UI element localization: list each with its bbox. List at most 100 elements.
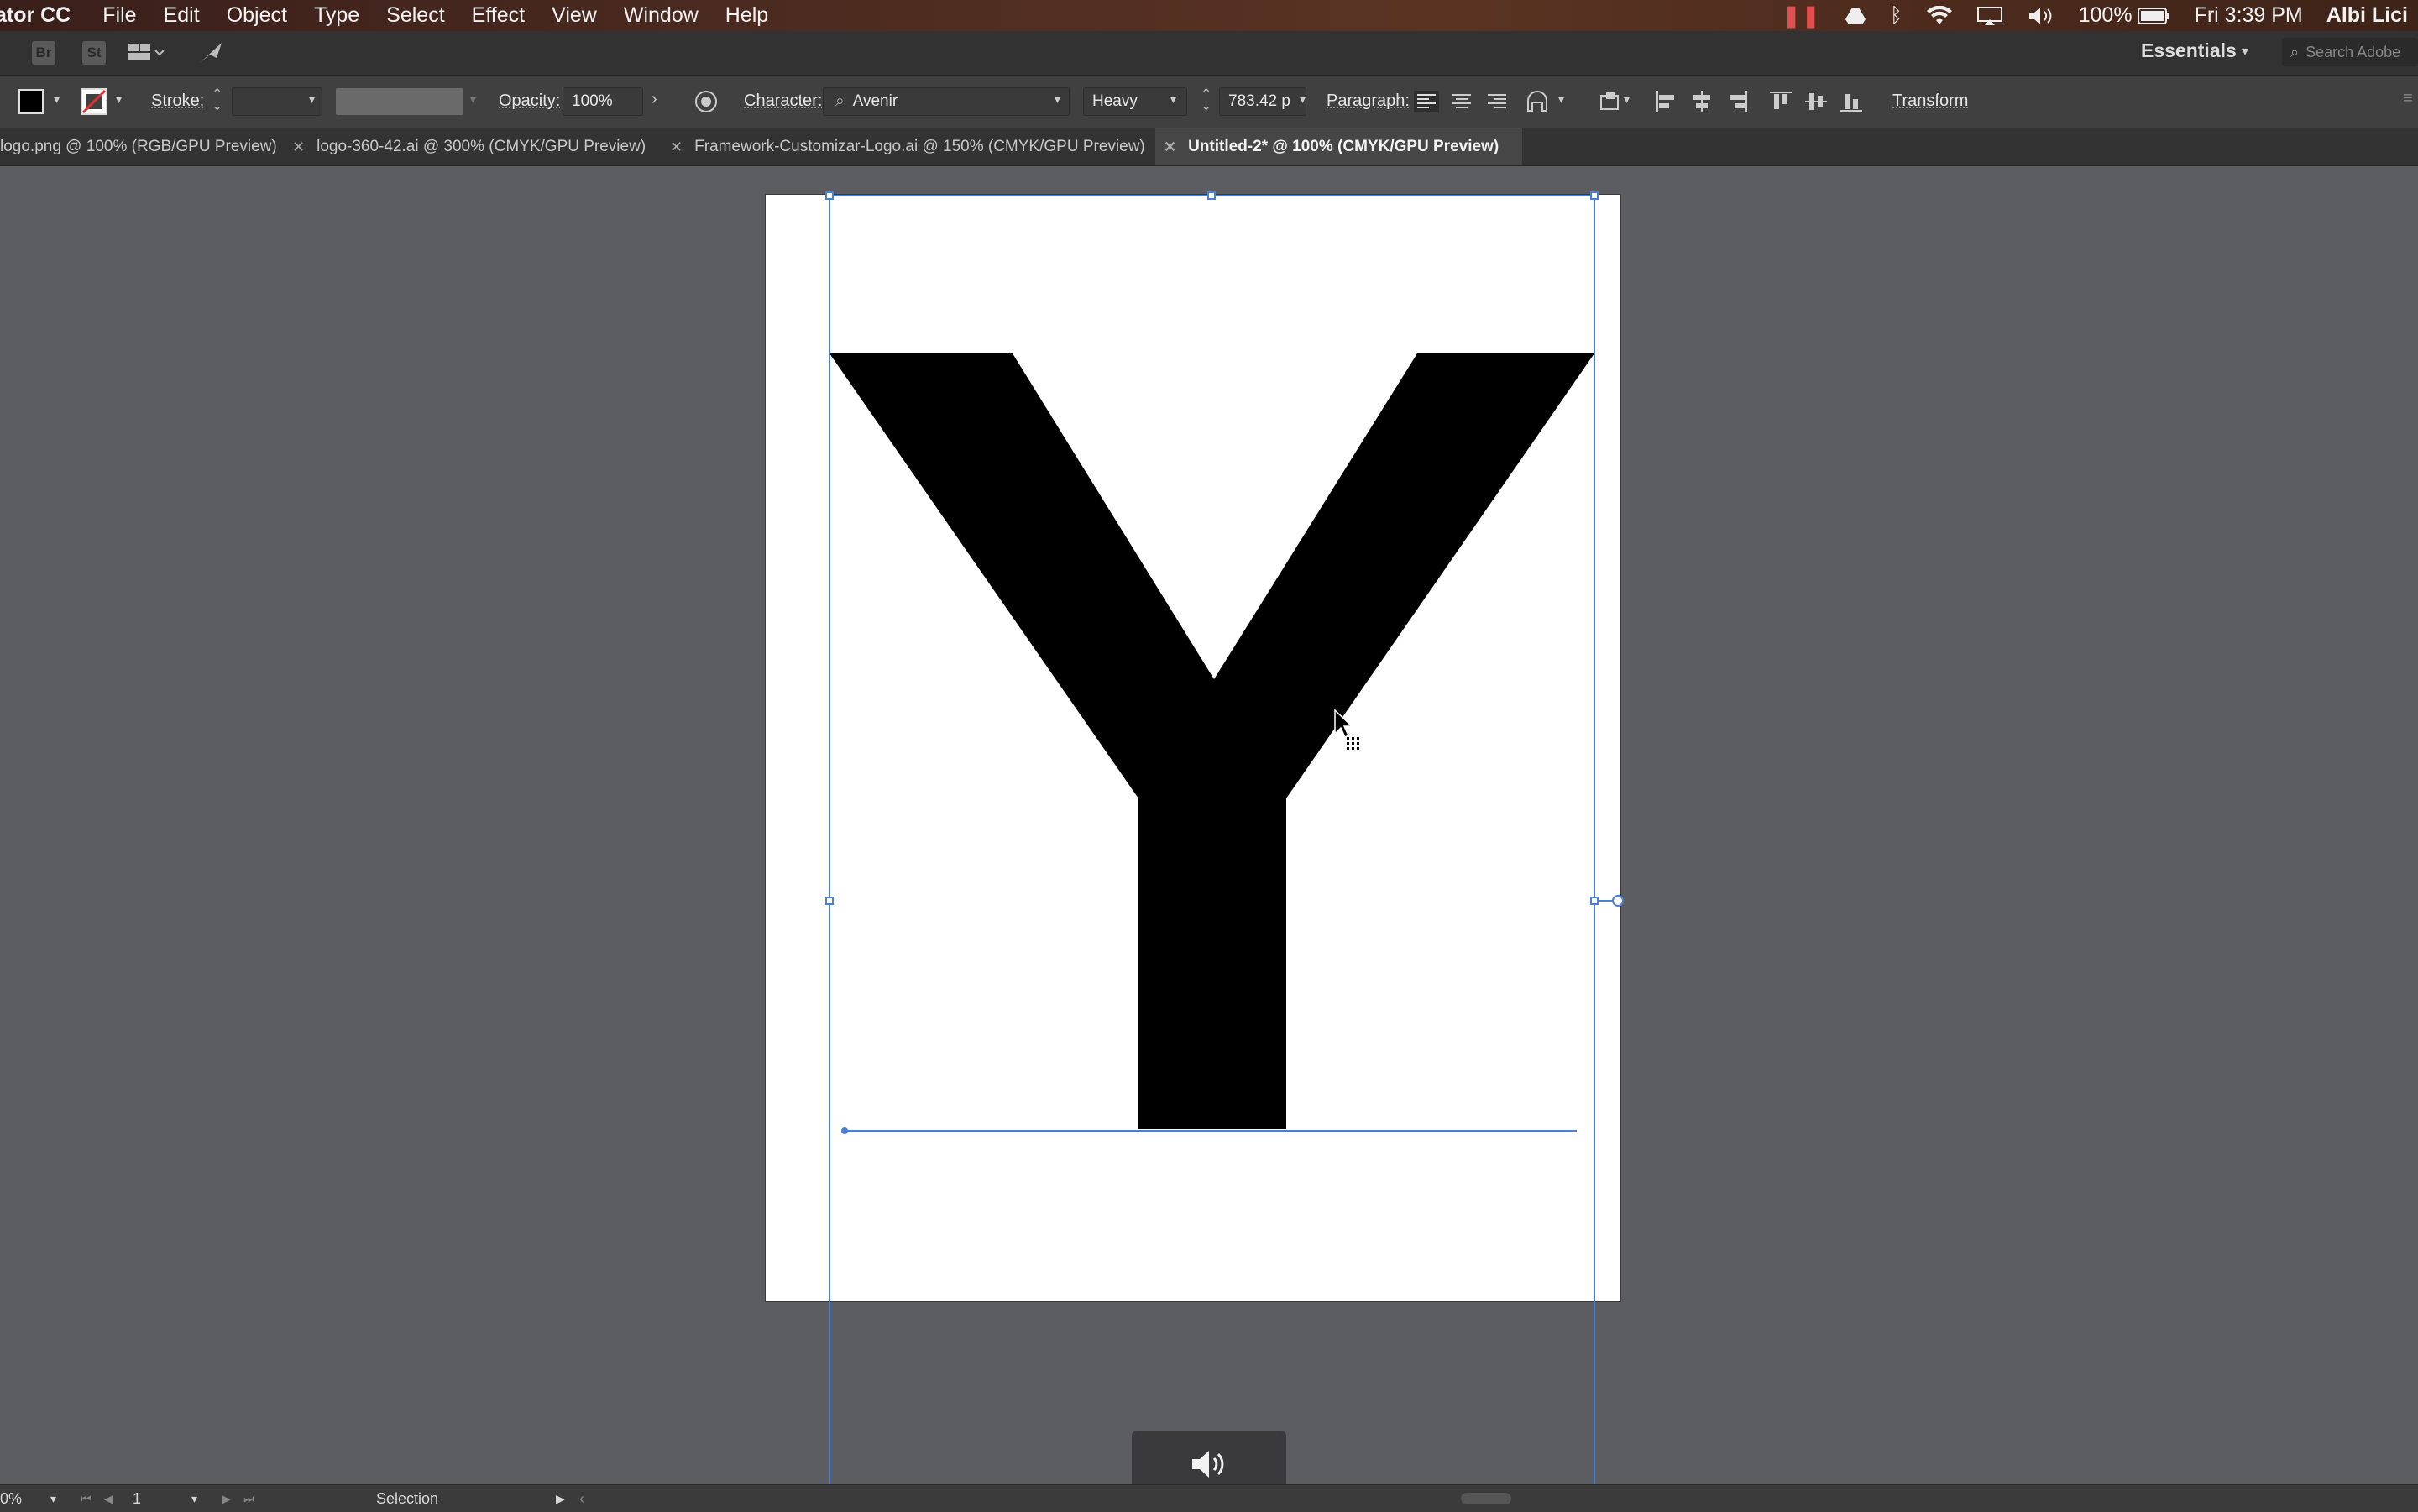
close-tab-icon[interactable]: ✕ <box>292 139 305 156</box>
tab-untitled-2[interactable]: ✕ Untitled-2* @ 100% (CMYK/GPU Preview) <box>1155 128 1523 165</box>
horizontal-scrollbar-thumb[interactable] <box>1461 1493 1511 1504</box>
arrange-documents-icon[interactable] <box>128 42 165 64</box>
font-family-dropdown-icon[interactable]: ▾ <box>1055 92 1060 107</box>
workspace-chevron-icon[interactable]: ▾ <box>2242 43 2248 60</box>
transform-link[interactable]: Transform <box>1892 92 1968 111</box>
handle-middle-right[interactable] <box>1590 897 1599 905</box>
tab-label: Untitled-2* @ 100% (CMYK/GPU Preview) <box>1188 138 1499 155</box>
current-tool-label: Selection <box>376 1490 439 1507</box>
menu-edit[interactable]: Edit <box>150 3 213 28</box>
opacity-label[interactable]: Opacity: <box>499 92 560 111</box>
zoom-level[interactable]: 0% <box>0 1490 22 1508</box>
stock-button[interactable]: St <box>82 41 106 65</box>
canvas-area[interactable] <box>0 166 2418 1484</box>
selection-overlay <box>825 191 1624 1484</box>
align-left-icon[interactable] <box>1414 91 1439 112</box>
font-family-field[interactable]: ⌕ Avenir <box>823 87 1070 116</box>
scroll-left-icon[interactable]: ‹ <box>579 1490 584 1508</box>
align-to-dropdown-icon[interactable]: ▾ <box>1624 92 1630 107</box>
glyph-options-dropdown-icon[interactable]: ▾ <box>1558 92 1564 107</box>
opacity-field[interactable]: 100% <box>563 87 643 116</box>
horizontal-align-right-icon[interactable] <box>1725 89 1750 114</box>
control-panel: ▾ ▾ Stroke: ⌃ ⌄ ▾ ▾ Opacity: 100% › Chara… <box>0 76 2418 128</box>
recolor-artwork-icon[interactable] <box>693 89 719 114</box>
font-size-field[interactable]: 783.42 p <box>1219 87 1306 116</box>
horizontal-align-center-icon[interactable] <box>1689 89 1714 114</box>
handle-top-left[interactable] <box>825 191 834 200</box>
application-bar: Br St Essentials ▾ ⌕ Search Adobe <box>0 31 2418 76</box>
character-label[interactable]: Character: <box>744 92 822 111</box>
menu-help[interactable]: Help <box>712 3 782 28</box>
align-center-icon[interactable] <box>1449 91 1474 112</box>
fill-dropdown-icon[interactable]: ▾ <box>54 92 60 107</box>
vertical-align-center-icon[interactable] <box>1803 89 1829 114</box>
font-search-icon: ⌕ <box>835 92 845 110</box>
font-size-dropdown-icon[interactable]: ▾ <box>1300 92 1306 107</box>
stroke-dropdown-icon[interactable]: ▾ <box>116 92 122 107</box>
user-name[interactable]: Albi Lici <box>2326 3 2408 28</box>
tab-label: logo.png @ 100% (RGB/GPU Preview) <box>0 138 277 155</box>
fill-swatch[interactable] <box>18 89 44 114</box>
stroke-weight-stepper-icon[interactable]: ⌃ ⌄ <box>212 88 222 113</box>
font-size-stepper-icon[interactable]: ⌃ ⌄ <box>1201 88 1212 113</box>
battery-percent: 100% <box>2078 3 2133 27</box>
vertical-align-top-icon[interactable] <box>1768 89 1793 114</box>
text-out-port-handle[interactable] <box>1612 895 1624 907</box>
vertical-align-bottom-icon[interactable] <box>1839 89 1864 114</box>
tab-framework-logo[interactable]: ✕ Framework-Customizar-Logo.ai @ 150% (C… <box>670 128 1145 165</box>
tab-logo-360-42[interactable]: ✕ logo-360-42.ai @ 300% (CMYK/GPU Previe… <box>292 128 646 165</box>
tab-label: Framework-Customizar-Logo.ai @ 150% (CMY… <box>694 138 1145 155</box>
handle-top-center[interactable] <box>1207 191 1216 200</box>
panel-menu-icon[interactable]: ≡ <box>2403 89 2413 108</box>
last-artboard-icon[interactable]: ⏭ <box>243 1492 254 1506</box>
clock[interactable]: Fri 3:39 PM <box>2195 3 2303 28</box>
stroke-weight-dropdown-icon[interactable]: ▾ <box>309 92 315 107</box>
opacity-arrow-icon[interactable]: › <box>652 90 657 109</box>
drive-icon[interactable] <box>1845 6 1866 26</box>
horizontal-align-left-icon[interactable] <box>1654 89 1679 114</box>
menu-window[interactable]: Window <box>610 3 712 28</box>
close-tab-icon[interactable]: ✕ <box>1164 139 1176 156</box>
tab-logo-png[interactable]: logo.png @ 100% (RGB/GPU Preview) <box>0 128 277 165</box>
search-adobe-stock-input[interactable]: ⌕ Search Adobe <box>2282 38 2418 66</box>
bluetooth-icon[interactable]: ᛒ <box>1890 4 1902 28</box>
brush-dropdown-icon[interactable]: ▾ <box>470 92 476 107</box>
menu-bar: ator CC File Edit Object Type Select Eff… <box>0 0 2418 31</box>
recording-icon[interactable]: ❚❚ <box>1782 3 1821 29</box>
bridge-button[interactable]: Br <box>32 41 55 65</box>
next-artboard-icon[interactable]: ▶ <box>222 1492 231 1506</box>
artboard-number-field[interactable]: 1 <box>133 1490 141 1508</box>
zoom-dropdown-icon[interactable]: ▾ <box>50 1492 56 1506</box>
workspace-switcher[interactable]: Essentials <box>2141 39 2237 62</box>
airplay-icon[interactable] <box>1976 6 2003 26</box>
artboard-dropdown-icon[interactable]: ▾ <box>191 1492 197 1506</box>
first-artboard-icon[interactable]: ⏮ <box>81 1492 92 1506</box>
speaker-icon <box>1192 1451 1224 1478</box>
menu-object[interactable]: Object <box>213 3 301 28</box>
handle-top-right[interactable] <box>1590 191 1599 200</box>
gpu-performance-icon[interactable] <box>198 41 223 65</box>
menu-effect[interactable]: Effect <box>458 3 538 28</box>
handle-middle-left[interactable] <box>825 897 834 905</box>
menu-type[interactable]: Type <box>301 3 373 28</box>
paragraph-label[interactable]: Paragraph: <box>1327 92 1410 111</box>
baseline-start-point[interactable] <box>841 1127 848 1134</box>
battery-icon[interactable] <box>2137 7 2171 25</box>
align-to-icon[interactable] <box>1599 91 1624 112</box>
app-menu[interactable]: ator CC <box>0 3 89 28</box>
menu-select[interactable]: Select <box>373 3 458 28</box>
menu-view[interactable]: View <box>538 3 610 28</box>
volume-icon[interactable] <box>2027 6 2055 26</box>
stroke-swatch[interactable] <box>81 88 107 115</box>
wifi-icon[interactable] <box>1926 5 1953 26</box>
close-tab-icon[interactable]: ✕ <box>670 139 683 156</box>
variable-width-profile[interactable] <box>336 88 463 115</box>
align-right-icon[interactable] <box>1484 91 1510 112</box>
menu-file[interactable]: File <box>89 3 149 28</box>
font-style-dropdown-icon[interactable]: ▾ <box>1170 92 1176 107</box>
glyph-options-icon[interactable] <box>1525 89 1550 114</box>
status-menus: ❚❚ ᛒ 100% Fri 3:39 PM Albi Lici <box>1759 0 2418 31</box>
status-menu-icon[interactable]: ▶ <box>556 1492 565 1506</box>
stroke-label[interactable]: Stroke: <box>151 92 204 111</box>
previous-artboard-icon[interactable]: ◀ <box>104 1492 113 1506</box>
